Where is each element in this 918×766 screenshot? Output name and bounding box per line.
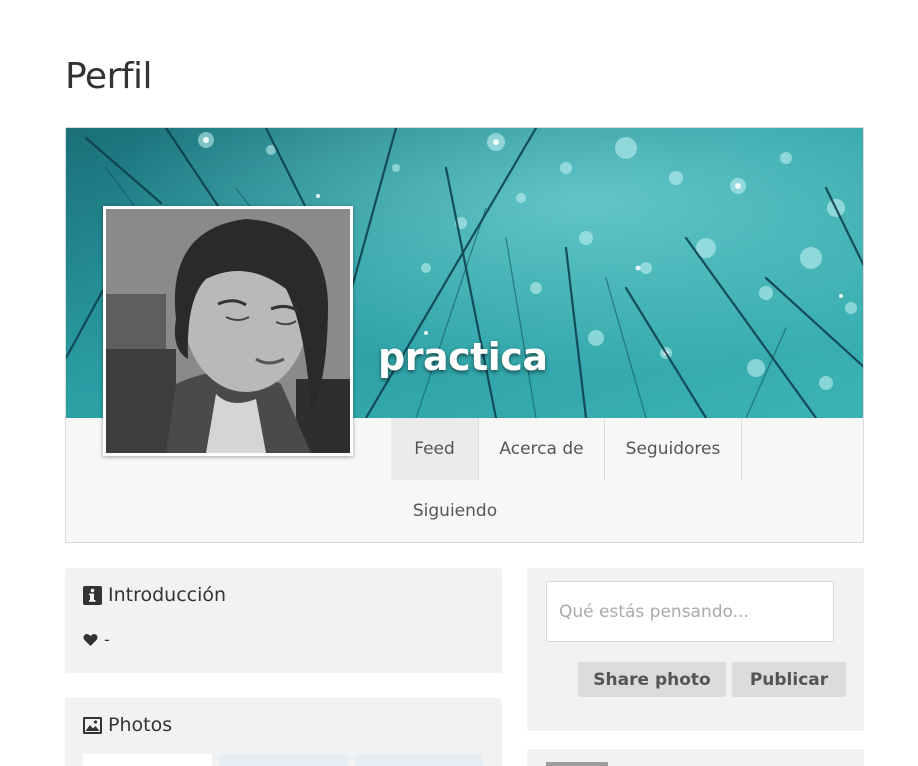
image-icon <box>83 716 102 735</box>
intro-title: Introducción <box>108 584 227 606</box>
profile-username: practica <box>378 335 548 379</box>
photos-title: Photos <box>108 714 173 736</box>
profile-avatar[interactable] <box>103 206 353 456</box>
post-author-avatar[interactable] <box>546 762 608 766</box>
share-photo-button[interactable]: Share photo <box>578 662 726 697</box>
info-icon <box>83 585 102 605</box>
photo-thumbnail[interactable] <box>83 754 212 766</box>
profile-tabs: Feed Acerca de Seguidores Siguiendo <box>391 418 851 542</box>
photo-thumbnail[interactable] <box>219 754 348 766</box>
photos-panel: Photos <box>65 698 502 766</box>
post-input[interactable] <box>546 581 834 642</box>
photo-thumbnail[interactable] <box>355 754 483 766</box>
publish-button[interactable]: Publicar <box>732 662 846 697</box>
page-title: Perfil <box>65 56 153 97</box>
photos-header: Photos <box>83 714 172 736</box>
relationship-row: - <box>83 630 110 649</box>
profile-card: practica Feed Acerca de Seguidores Sigui… <box>65 127 864 543</box>
feed-post-card <box>527 749 864 766</box>
tab-seguidores[interactable]: Seguidores <box>605 418 742 480</box>
relationship-value: - <box>104 630 110 649</box>
intro-header: Introducción <box>83 584 226 606</box>
tab-feed[interactable]: Feed <box>391 418 479 480</box>
tab-acerca-de[interactable]: Acerca de <box>479 418 605 480</box>
intro-panel: Introducción - <box>65 568 502 673</box>
heart-icon <box>83 633 98 647</box>
post-composer: Share photo Publicar <box>527 568 864 731</box>
tab-siguiendo[interactable]: Siguiendo <box>391 480 519 542</box>
